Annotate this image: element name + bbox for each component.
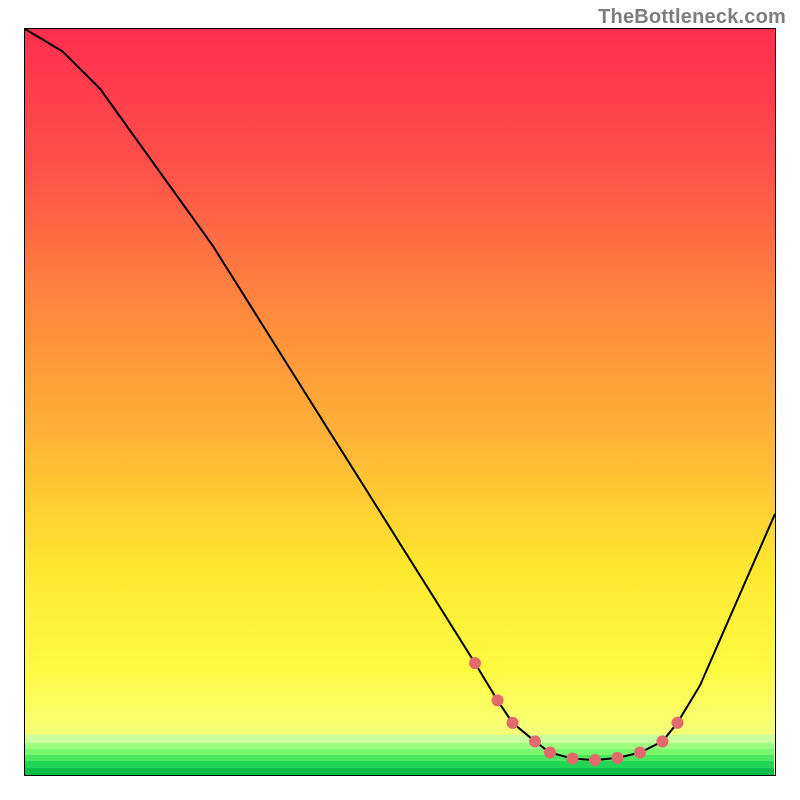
curve-marker bbox=[544, 747, 556, 759]
curve-marker bbox=[589, 754, 601, 766]
curve-marker bbox=[492, 694, 504, 706]
chart-plot-area bbox=[24, 28, 776, 776]
bottleneck-curve bbox=[25, 29, 775, 775]
curve-marker bbox=[529, 735, 541, 747]
curve-marker bbox=[507, 717, 519, 729]
curve-marker bbox=[469, 657, 481, 669]
curve-marker bbox=[671, 717, 683, 729]
curve-marker bbox=[656, 735, 668, 747]
watermark-text: TheBottleneck.com bbox=[598, 6, 786, 29]
curve-path bbox=[25, 29, 775, 760]
curve-marker bbox=[611, 752, 623, 764]
curve-marker bbox=[634, 747, 646, 759]
curve-marker bbox=[567, 753, 579, 765]
